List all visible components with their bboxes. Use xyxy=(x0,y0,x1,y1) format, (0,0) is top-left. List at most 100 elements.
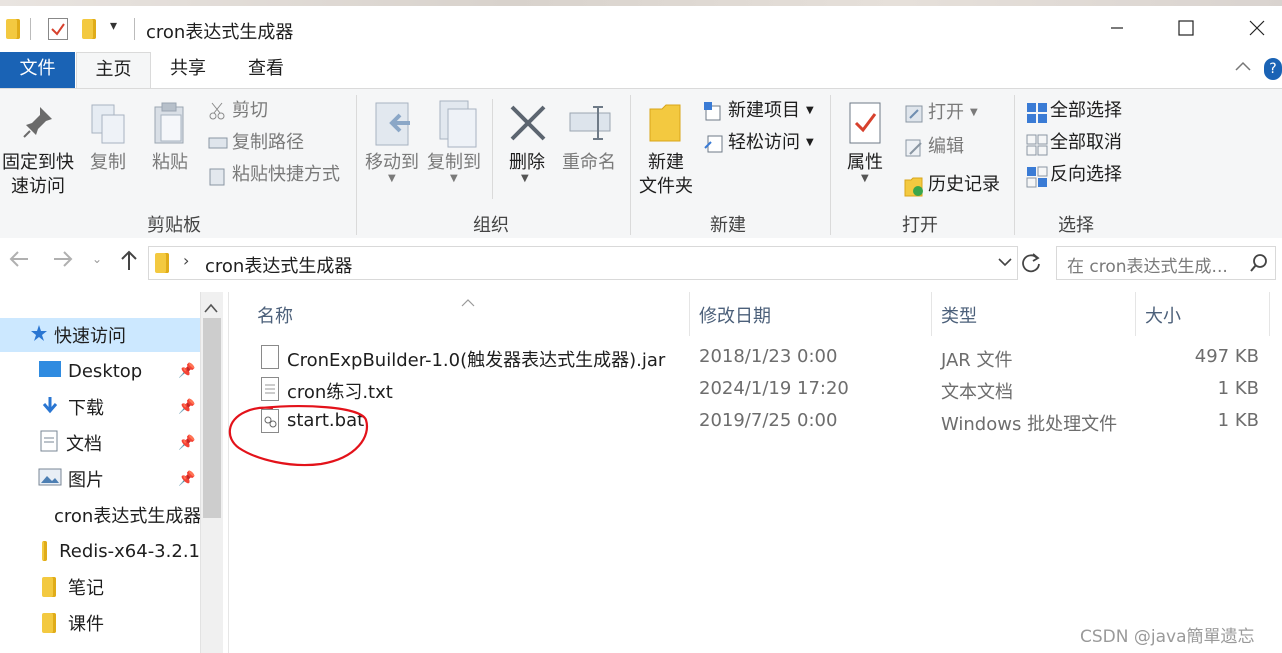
minimize-button[interactable] xyxy=(1094,8,1140,48)
address-dropdown-icon[interactable] xyxy=(997,252,1013,277)
file-row[interactable]: CronExpBuilder-1.0(触发器表达式生成器).jar 2018/1… xyxy=(229,342,1282,374)
watermark: CSDN @java簡單遗忘 xyxy=(1080,627,1255,647)
invert-selection-icon xyxy=(1026,166,1048,188)
nav-quick-access[interactable]: 快速访问 xyxy=(0,318,200,352)
open-icon xyxy=(904,104,923,123)
copy-path-icon xyxy=(208,134,228,152)
pin-icon[interactable]: 📌 xyxy=(178,471,195,487)
column-divider[interactable] xyxy=(931,292,932,336)
file-row[interactable]: start.bat 2019/7/25 0:00 Windows 批处理文件 1… xyxy=(229,406,1282,438)
pin-icon[interactable]: 📌 xyxy=(178,363,195,379)
nav-item-cron-folder[interactable]: cron表达式生成器 xyxy=(0,498,200,532)
search-icon[interactable] xyxy=(1249,253,1269,278)
pin-icon xyxy=(22,105,56,144)
properties-button[interactable]: 属性 xyxy=(840,151,890,175)
nav-item-documents[interactable]: 文档 📌 xyxy=(0,426,200,460)
customize-quick-access-icon[interactable]: ▾ xyxy=(110,18,117,34)
nav-item-label: Redis-x64-3.2.1 xyxy=(59,540,200,562)
star-icon xyxy=(30,324,48,347)
search-input[interactable]: 在 cron表达式生成... xyxy=(1067,252,1228,277)
select-none-button[interactable]: 全部取消 xyxy=(1026,131,1122,156)
nav-item-label: 笔记 xyxy=(68,578,104,599)
properties-quick-icon[interactable] xyxy=(48,18,68,40)
forward-arrow-icon[interactable] xyxy=(52,248,74,276)
file-type: Windows 批处理文件 xyxy=(941,414,1118,435)
move-to-dropdown-icon[interactable]: ▼ xyxy=(388,173,396,184)
file-size: 1 KB xyxy=(1217,378,1259,399)
nav-item-redis-folder[interactable]: Redis-x64-3.2.1 xyxy=(0,534,200,568)
new-item-button[interactable]: 新建项目 ▼ xyxy=(704,99,814,123)
cut-button[interactable]: 剪切 xyxy=(208,99,268,123)
edit-icon xyxy=(904,138,922,157)
tab-share[interactable]: 共享 xyxy=(158,52,218,88)
easy-access-dropdown-icon: ▼ xyxy=(806,137,814,148)
delete-button[interactable]: 删除 xyxy=(504,151,550,175)
column-divider[interactable] xyxy=(689,292,690,336)
back-arrow-icon[interactable] xyxy=(8,248,30,276)
paste-shortcut-button[interactable]: 粘贴快捷方式 xyxy=(208,163,340,187)
up-arrow-icon[interactable] xyxy=(118,248,140,278)
history-button[interactable]: 历史记录 xyxy=(904,173,1000,197)
tab-view[interactable]: 查看 xyxy=(236,52,296,88)
move-to-button[interactable]: 移动到 xyxy=(362,151,422,175)
file-name: cron练习.txt xyxy=(287,382,393,403)
folder-icon xyxy=(6,19,20,39)
file-size: 497 KB xyxy=(1194,346,1259,367)
scroll-up-icon[interactable] xyxy=(204,298,218,318)
rename-button[interactable]: 重命名 xyxy=(558,151,620,175)
close-button[interactable] xyxy=(1234,8,1280,48)
address-bar[interactable]: › cron表达式生成器 xyxy=(148,246,1018,280)
breadcrumb-chevron-icon[interactable]: › xyxy=(183,251,189,270)
tab-file[interactable]: 文件 xyxy=(0,52,75,88)
file-row[interactable]: cron练习.txt 2024/1/19 17:20 文本文档 1 KB xyxy=(229,374,1282,406)
nav-item-courseware-folder[interactable]: 课件 xyxy=(0,606,200,640)
nav-item-pictures[interactable]: 图片 📌 xyxy=(0,462,200,496)
pin-icon[interactable]: 📌 xyxy=(178,399,195,415)
column-header-type[interactable]: 类型 xyxy=(941,302,977,328)
column-header-size[interactable]: 大小 xyxy=(1145,302,1181,328)
paste-button[interactable]: 粘贴 xyxy=(148,151,192,175)
new-folder-button[interactable]: 新建 文件夹 xyxy=(634,151,698,199)
copy-path-button[interactable]: 复制路径 xyxy=(208,131,304,155)
column-divider[interactable] xyxy=(1135,292,1136,336)
breadcrumb-current[interactable]: cron表达式生成器 xyxy=(205,252,352,278)
column-header-name[interactable]: 名称 xyxy=(257,302,293,328)
column-divider[interactable] xyxy=(1269,292,1270,336)
folder-icon xyxy=(42,541,48,561)
text-file-icon xyxy=(261,377,279,401)
new-folder-label-line2: 文件夹 xyxy=(639,176,693,197)
recent-locations-icon[interactable]: ⌄ xyxy=(92,252,102,266)
nav-item-label: cron表达式生成器 xyxy=(54,506,200,527)
pin-to-quick-access-button[interactable]: 固定到快 速访问 xyxy=(0,151,76,199)
file-date: 2024/1/19 17:20 xyxy=(699,378,849,399)
search-box[interactable]: 在 cron表达式生成... xyxy=(1056,246,1276,280)
new-folder-quick-icon[interactable] xyxy=(82,19,96,39)
nav-item-notes-folder[interactable]: 笔记 xyxy=(0,570,200,604)
delete-dropdown-icon[interactable]: ▼ xyxy=(521,173,529,184)
properties-dropdown-icon[interactable]: ▼ xyxy=(861,173,869,184)
column-header-date[interactable]: 修改日期 xyxy=(699,302,771,328)
edit-button[interactable]: 编辑 xyxy=(904,135,964,159)
tab-home[interactable]: 主页 xyxy=(76,52,151,90)
select-all-button[interactable]: 全部选择 xyxy=(1026,99,1122,123)
copy-to-dropdown-icon[interactable]: ▼ xyxy=(450,173,458,184)
copy-button[interactable]: 复制 xyxy=(86,151,130,175)
pin-label-line1: 固定到快 xyxy=(2,152,74,173)
help-icon[interactable]: ? xyxy=(1264,58,1282,80)
invert-selection-button[interactable]: 反向选择 xyxy=(1026,163,1122,188)
copy-icon xyxy=(90,103,126,150)
open-button[interactable]: 打开 ▼ xyxy=(904,101,978,125)
nav-scrollbar-thumb[interactable] xyxy=(203,318,221,518)
easy-access-button[interactable]: 轻松访问 ▼ xyxy=(704,131,814,155)
maximize-button[interactable] xyxy=(1163,8,1209,48)
select-none-label: 全部取消 xyxy=(1050,132,1122,153)
copy-to-button[interactable]: 复制到 xyxy=(424,151,484,175)
nav-item-desktop[interactable]: Desktop 📌 xyxy=(0,354,200,388)
collapse-ribbon-icon[interactable] xyxy=(1234,58,1252,77)
group-divider xyxy=(830,95,831,235)
properties-icon xyxy=(848,101,884,152)
edit-label: 编辑 xyxy=(928,136,964,157)
pin-icon[interactable]: 📌 xyxy=(178,435,195,451)
refresh-icon[interactable] xyxy=(1020,252,1042,279)
nav-item-downloads[interactable]: 下载 📌 xyxy=(0,390,200,424)
